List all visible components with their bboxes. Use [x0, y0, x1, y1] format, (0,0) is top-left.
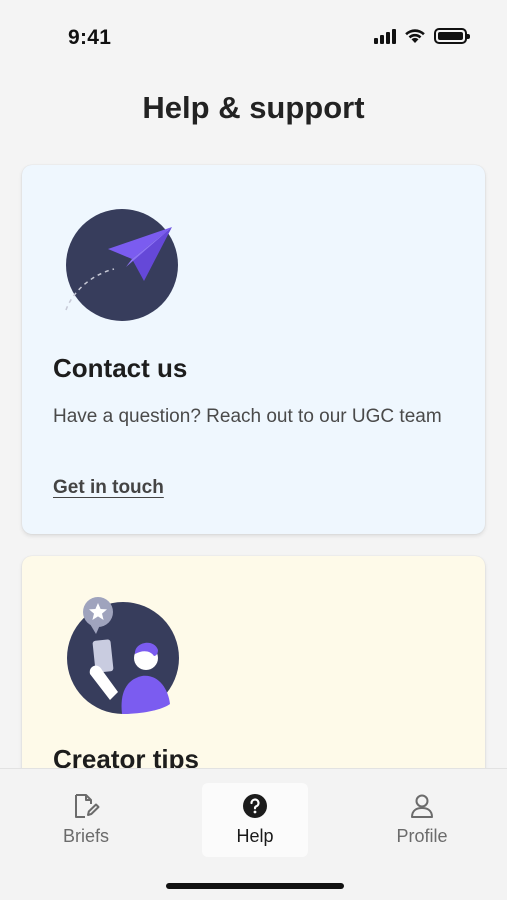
battery-icon	[434, 28, 470, 44]
nav-label-profile: Profile	[396, 826, 448, 846]
document-edit-icon	[75, 794, 100, 818]
home-indicator[interactable]	[166, 883, 344, 889]
nav-item-profile[interactable]: Profile	[369, 783, 475, 857]
nav-item-briefs[interactable]: Briefs	[33, 783, 139, 857]
status-bar: 9:41	[0, 0, 507, 78]
nav-label-help: Help	[236, 826, 274, 846]
creator-star-illustration	[67, 597, 179, 714]
page-title: Help & support	[142, 90, 365, 125]
status-icons	[374, 28, 470, 44]
status-time: 9:41	[68, 26, 112, 49]
bottom-nav: Briefs Help Profile	[0, 768, 507, 900]
nav-label-briefs: Briefs	[62, 826, 109, 846]
wifi-icon	[405, 29, 425, 43]
contact-us-description: Have a question? Reach out to our UGC te…	[53, 406, 442, 427]
question-circle-icon	[243, 794, 267, 818]
person-icon	[411, 794, 433, 818]
get-in-touch-link[interactable]: Get in touch	[53, 477, 164, 499]
signal-icon	[374, 28, 396, 44]
paper-plane-illustration	[65, 209, 178, 321]
contact-us-card[interactable]: Contact us Have a question? Reach out to…	[22, 165, 485, 534]
nav-item-help[interactable]: Help	[202, 783, 308, 857]
contact-us-title: Contact us	[53, 353, 188, 383]
